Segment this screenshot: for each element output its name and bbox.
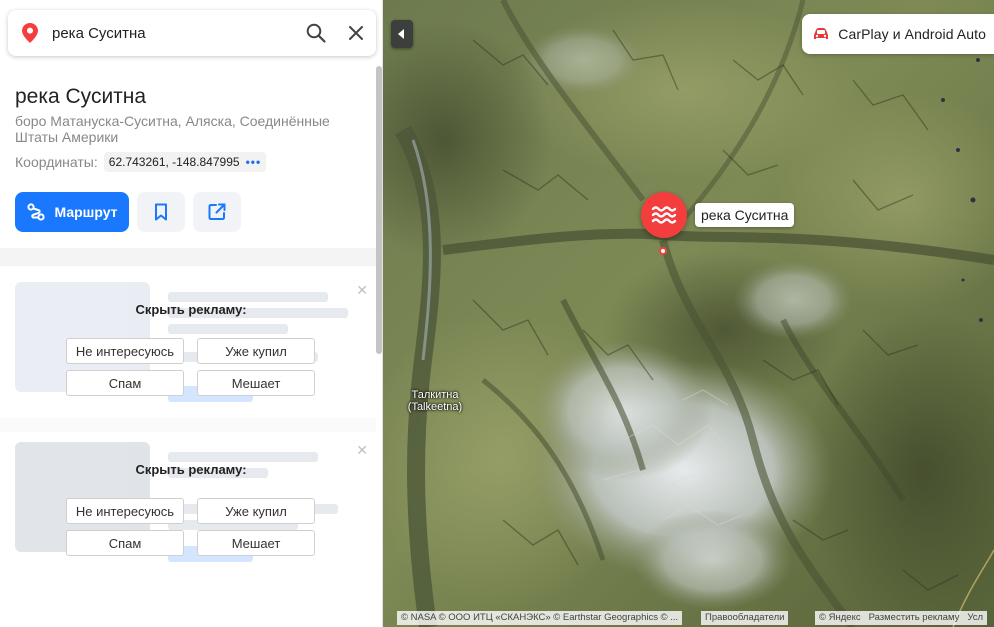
- place-title: река Суситна: [15, 85, 147, 108]
- search-button[interactable]: [296, 10, 336, 56]
- search-bar: [8, 10, 376, 56]
- chevron-left-icon: [398, 29, 404, 39]
- close-ad-icon[interactable]: ✕: [356, 282, 368, 299]
- hide-ad-heading: Скрыть рекламу:: [135, 302, 247, 317]
- route-icon: [27, 203, 46, 221]
- close-icon: [349, 26, 363, 40]
- sidebar: река Суситна боро Матануска-Суситна, Аля…: [0, 0, 383, 627]
- coordinates-label: Координаты:: [15, 154, 98, 170]
- coordinates-value[interactable]: 62.743261, -148.847995 •••: [103, 152, 267, 172]
- imagery-attribution: © NASA © ООО ИТЦ «СКАНЭКС» © Earthstar G…: [397, 611, 683, 625]
- share-button[interactable]: [193, 192, 241, 232]
- hide-ad-heading: Скрыть рекламу:: [135, 462, 247, 477]
- copyright-holders-link[interactable]: Правообладатели: [701, 611, 789, 625]
- river-marker[interactable]: [641, 192, 687, 238]
- satellite-imagery: [383, 0, 994, 627]
- route-button-label: Маршрут: [54, 204, 118, 220]
- hide-ad-option-already-bought[interactable]: Уже купил: [197, 498, 315, 524]
- search-icon: [306, 23, 326, 43]
- map-footer-links: © Яндекс Разместить рекламу Усл: [815, 611, 988, 625]
- location-pin-icon: [22, 23, 38, 43]
- carplay-label: CarPlay и Android Auto: [838, 26, 986, 42]
- terms-link[interactable]: Усл: [967, 611, 983, 625]
- place-ad-link[interactable]: Разместить рекламу: [869, 611, 960, 625]
- marker-label[interactable]: река Суситна: [695, 203, 795, 227]
- hide-ad-option-not-interested[interactable]: Не интересуюсь: [66, 338, 184, 364]
- map-view[interactable]: CarPlay и Android Auto река Суситна Талк…: [383, 0, 994, 627]
- yandex-copyright[interactable]: © Яндекс: [819, 611, 861, 625]
- bookmark-icon: [155, 203, 167, 221]
- collapse-sidebar-button[interactable]: [391, 20, 413, 48]
- hide-ad-option-not-interested[interactable]: Не интересуюсь: [66, 498, 184, 524]
- water-waves-icon: [651, 206, 677, 224]
- car-icon: [814, 28, 829, 39]
- search-input[interactable]: [52, 10, 296, 56]
- clear-search-button[interactable]: [336, 10, 376, 56]
- ad-block: ✕ Скрыть рекламу: Не интересуюсь Уже куп…: [0, 428, 376, 578]
- hide-ad-option-spam[interactable]: Спам: [66, 530, 184, 556]
- marker-point: [659, 247, 667, 255]
- sidebar-scrollbar[interactable]: [376, 66, 382, 354]
- hide-ad-option-annoying[interactable]: Мешает: [197, 370, 315, 396]
- hide-ad-option-spam[interactable]: Спам: [66, 370, 184, 396]
- section-divider: [0, 248, 376, 266]
- close-ad-icon[interactable]: ✕: [356, 442, 368, 459]
- bookmark-button[interactable]: [137, 192, 185, 232]
- hide-ad-option-annoying[interactable]: Мешает: [197, 530, 315, 556]
- hide-ad-option-already-bought[interactable]: Уже купил: [197, 338, 315, 364]
- ad-block: ✕ Скрыть рекламу: Не интересуюсь Уже куп…: [0, 268, 376, 418]
- coordinates-row: Координаты: 62.743261, -148.847995 •••: [15, 152, 267, 172]
- more-dots-icon[interactable]: •••: [246, 155, 262, 169]
- place-address: боро Матануска-Суситна, Аляска, Соединён…: [15, 113, 330, 145]
- route-button[interactable]: Маршрут: [15, 192, 129, 232]
- share-icon: [208, 203, 226, 220]
- carplay-promo-button[interactable]: CarPlay и Android Auto: [802, 14, 994, 54]
- settlement-label-talkeetna[interactable]: Талкитна (Talkeetna): [405, 389, 465, 413]
- coordinates-text: 62.743261, -148.847995: [108, 155, 240, 169]
